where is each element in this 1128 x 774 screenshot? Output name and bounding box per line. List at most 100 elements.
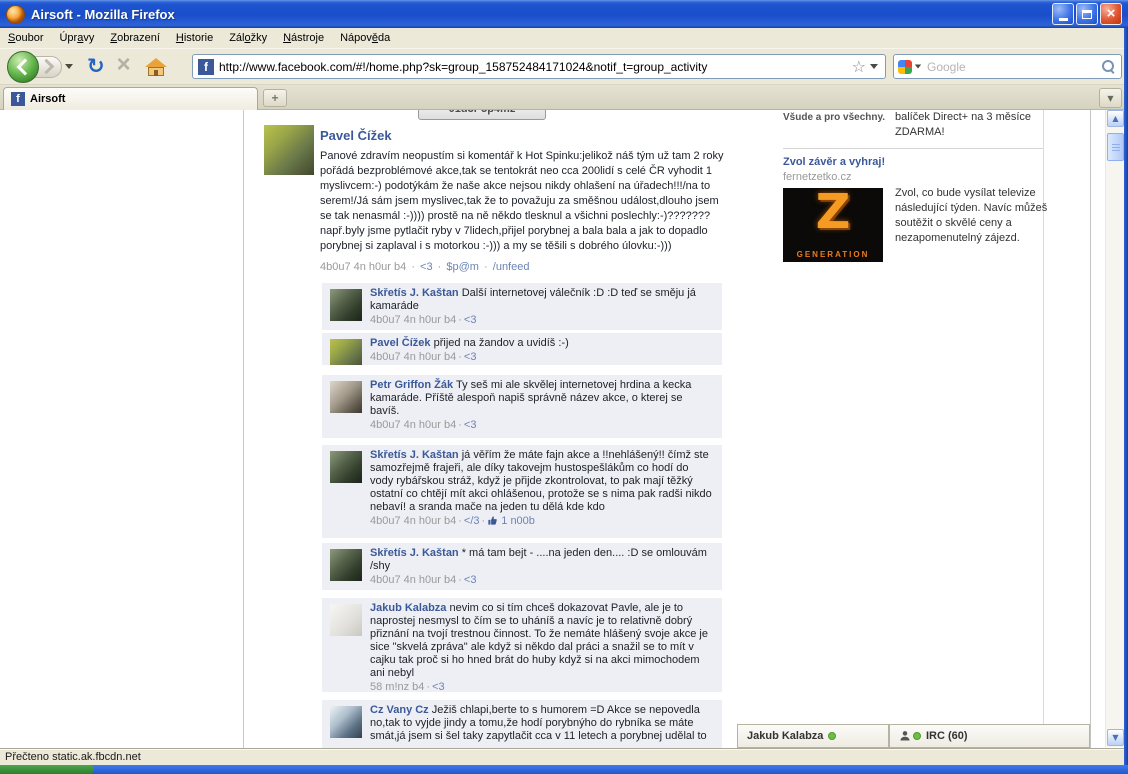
commenter-avatar[interactable] [330, 604, 362, 636]
post: Pavel Čížek Panové zdravím neopustím si … [320, 127, 732, 273]
meta-separator: · [458, 419, 462, 431]
scroll-up-button[interactable]: ▲ [1107, 110, 1124, 127]
meta-separator: · [411, 261, 415, 273]
comment-7: Cz Vany Cz Ježiš chlapi,berte to s humor… [322, 700, 722, 748]
commenter-avatar[interactable] [330, 289, 362, 321]
home-icon [145, 58, 167, 67]
ad-text: balíček Direct+ na 3 měsíce ZDARMA! [895, 110, 1047, 140]
bookmark-star-icon[interactable]: ☆ [852, 59, 866, 75]
unfeed-link[interactable]: /unfeed [493, 261, 530, 273]
chat-tab-jakub[interactable]: Jakub Kalabza [737, 724, 889, 748]
spam-link[interactable]: $p@m [446, 261, 479, 273]
url-bar[interactable]: f http://www.facebook.com/#!/home.php?sk… [192, 54, 886, 79]
menu-soubor[interactable]: Soubor [0, 32, 51, 44]
title-bar: Airsoft - Mozilla Firefox × [0, 0, 1128, 28]
comment-timestamp: 4b0u7 4n h0ur b4 [370, 351, 456, 363]
commenter-avatar[interactable] [330, 706, 362, 738]
chat-contact-name: Jakub Kalabza [747, 730, 823, 742]
meta-separator: · [484, 261, 488, 273]
tab-favicon: f [11, 92, 25, 106]
back-button[interactable] [7, 51, 39, 83]
history-dropdown-caret[interactable] [65, 64, 73, 69]
z-generation-logo: Z [783, 188, 883, 240]
vertical-scrollbar[interactable]: ▲ ▼ [1105, 110, 1124, 747]
window-right-border [1124, 28, 1128, 765]
url-text[interactable]: http://www.facebook.com/#!/home.php?sk=g… [219, 60, 848, 74]
person-icon [899, 730, 911, 742]
older-posts-button[interactable]: 01d3r 5p4mz [418, 110, 546, 120]
commenter-name-link[interactable]: Pavel Čížek [370, 337, 431, 349]
menu-upravy[interactable]: Úpravy [51, 32, 102, 44]
search-engine-caret[interactable] [915, 65, 921, 69]
meta-separator: · [458, 574, 462, 586]
search-box[interactable] [893, 54, 1122, 79]
scroll-down-button[interactable]: ▼ [1107, 729, 1124, 746]
menu-nastroje[interactable]: Nástroje [275, 32, 332, 44]
like-link[interactable]: <3 [464, 574, 477, 586]
commenter-name-link[interactable]: Skřetís J. Kaštan [370, 449, 459, 461]
like-link[interactable]: <3 [464, 314, 477, 326]
page-content: 01d3r 5p4mz Pavel Čížek Panové zdravím n… [0, 110, 1124, 748]
like-link[interactable]: <3 [432, 681, 445, 692]
close-button[interactable]: × [1100, 3, 1122, 25]
commenter-name-link[interactable]: Petr Griffon Žák [370, 379, 453, 391]
ad-title-link[interactable]: Zvol závěr a vyhraj! [783, 156, 885, 168]
restore-button[interactable] [1076, 3, 1098, 25]
comment-text: přijed na žandov a uvidíš :-) [434, 337, 569, 349]
comment-5: Skřetís J. Kaštan * má tam bejt - ....na… [322, 543, 722, 590]
menu-historie[interactable]: Historie [168, 32, 221, 44]
home-button[interactable] [145, 58, 167, 76]
windows-taskbar[interactable] [0, 765, 1128, 774]
menu-zalozky[interactable]: Záložky [221, 32, 275, 44]
comment-2: Pavel Čížek přijed na žandov a uvidíš :-… [322, 333, 722, 365]
commenter-avatar[interactable] [330, 451, 362, 483]
minimize-button[interactable] [1052, 3, 1074, 25]
menu-zobrazeni[interactable]: Zobrazení [102, 32, 168, 44]
commenter-name-link[interactable]: Skřetís J. Kaštan [370, 547, 459, 559]
scrollbar-thumb[interactable] [1107, 133, 1124, 161]
post-text: Panové zdravím neopustím si komentář k H… [320, 149, 732, 254]
commenter-name-link[interactable]: Cz Vany Cz [370, 704, 429, 716]
chat-tab-irc[interactable]: IRC (60) [889, 724, 1090, 748]
comment-1: Skřetís J. Kaštan Další internetovej vál… [322, 283, 722, 330]
facebook-favicon: f [198, 59, 214, 75]
commenter-name-link[interactable]: Jakub Kalabza [370, 602, 446, 614]
like-count-link[interactable]: 1 n00b [501, 515, 535, 527]
post-author-link[interactable]: Pavel Čížek [320, 128, 392, 143]
comment-timestamp: 4b0u7 4n h0ur b4 [370, 574, 456, 586]
start-button[interactable] [0, 765, 94, 774]
like-link[interactable]: <3 [464, 419, 477, 431]
ad-separator [783, 148, 1043, 149]
like-link[interactable]: <3 [464, 351, 477, 363]
comment-6: Jakub Kalabza nevim co si tím chceš doka… [322, 598, 722, 692]
like-link[interactable]: <3 [420, 261, 433, 273]
window-title: Airsoft - Mozilla Firefox [31, 7, 1052, 22]
commenter-avatar[interactable] [330, 549, 362, 581]
tab-title: Airsoft [30, 93, 65, 105]
comment-timestamp: 4b0u7 4n h0ur b4 [370, 314, 456, 326]
commenter-avatar[interactable] [330, 381, 362, 413]
stop-button[interactable]: × [117, 53, 131, 77]
post-author-avatar[interactable] [264, 125, 314, 175]
new-tab-button[interactable]: + [263, 89, 287, 107]
refresh-button[interactable]: ↻ [87, 56, 105, 77]
menu-napoveda[interactable]: Nápověda [332, 32, 398, 44]
post-meta: 4b0u7 4n h0ur b4 · <3 · $p@m · /unfeed [320, 261, 732, 273]
ad-domain: fernetzetko.cz [783, 171, 851, 183]
meta-separator: · [426, 681, 430, 692]
meta-separator: · [458, 351, 462, 363]
status-bar: Přečteno static.ak.fbcdn.net [0, 748, 1128, 765]
search-input[interactable] [925, 59, 1102, 75]
thumb-up-icon [487, 515, 498, 526]
chat-group-name: IRC (60) [926, 730, 968, 742]
bookmark-dropdown-caret[interactable] [870, 64, 878, 69]
unlike-link[interactable]: </3 [464, 515, 480, 527]
ad-image[interactable]: Z GENERATION [783, 188, 883, 262]
search-icon[interactable] [1102, 60, 1115, 73]
commenter-avatar[interactable] [330, 339, 362, 365]
comment-timestamp: 4b0u7 4n h0ur b4 [370, 419, 456, 431]
commenter-name-link[interactable]: Skřetís J. Kaštan [370, 287, 459, 299]
tab-airsoft[interactable]: f Airsoft [3, 87, 258, 110]
firefox-icon [6, 5, 25, 24]
tab-list-dropdown[interactable]: ▼ [1099, 88, 1122, 108]
